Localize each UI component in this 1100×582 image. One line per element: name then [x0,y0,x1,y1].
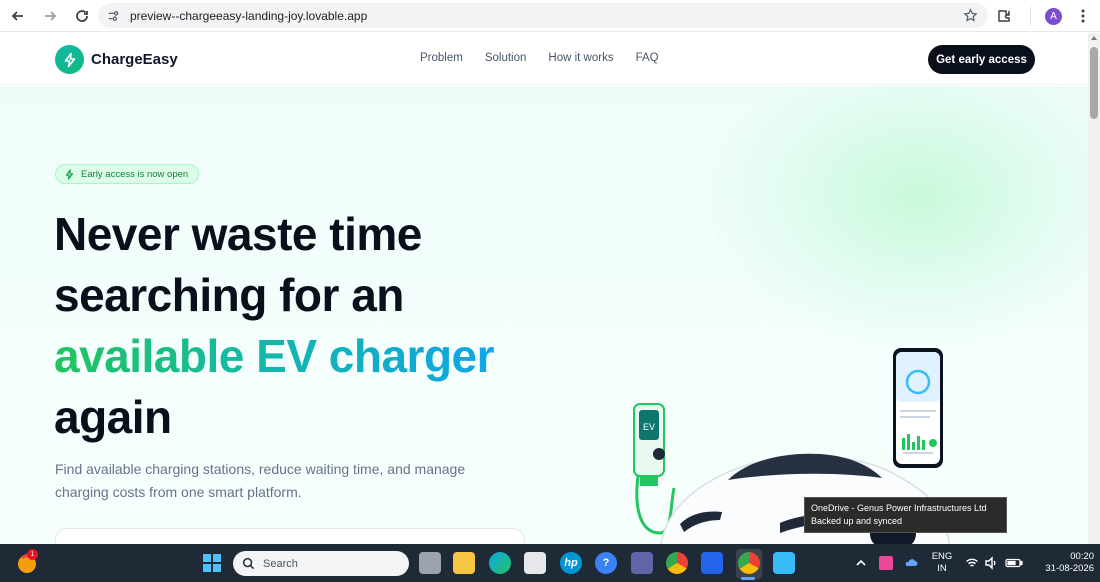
back-icon[interactable] [4,2,32,30]
headline-line-4: again [54,391,172,443]
task-view-icon[interactable] [419,552,441,574]
headline-line-1: Never waste time [54,208,422,260]
scrollbar-thumb[interactable] [1090,47,1098,119]
battery-icon[interactable] [1005,556,1023,570]
notification-body: Backed up and synced [811,516,903,526]
address-bar[interactable]: preview--chargeeasy-landing-joy.lovable.… [98,3,988,28]
scroll-up-arrow-icon[interactable] [1091,36,1097,40]
get-early-access-button[interactable]: Get early access [928,45,1035,74]
clock[interactable]: 00:20 31-08-2026 [1028,551,1094,575]
site-info-icon[interactable] [106,9,120,23]
page-scrollbar[interactable] [1088,33,1100,544]
smartphone-app-icon [893,348,943,468]
windows-start-icon[interactable] [203,554,221,572]
language-indicator[interactable]: ENG IN [928,551,956,575]
outlook-icon[interactable] [701,552,723,574]
hero-subheadline: Find available charging stations, reduce… [55,461,466,500]
reload-icon[interactable] [68,2,96,30]
language-code: ENG [931,551,953,562]
active-app-indicator [741,577,755,580]
file-explorer-icon[interactable] [453,552,475,574]
badge-label: Early access is now open [81,168,189,180]
ev-charger-icon: EV [633,403,676,535]
taskbar-search-box[interactable]: Search [233,551,409,576]
hero-headline: Never waste time searching for an availa… [54,204,495,448]
menu-icon[interactable] [1076,8,1090,24]
taskbar-search-placeholder: Search [263,557,298,570]
notification-count-badge: 1 [27,549,38,560]
region-code: IN [937,563,947,574]
charger-label: EV [643,422,655,432]
nav-link-solution[interactable]: Solution [485,52,527,64]
clock-time: 00:20 [1070,551,1094,562]
main-nav: Problem Solution How it works FAQ [420,52,681,64]
tray-app-icon[interactable] [879,556,893,570]
notepad-icon[interactable] [773,552,795,574]
headline-gradient-text: available EV charger [54,330,495,382]
bookmark-star-icon[interactable] [963,8,978,23]
nav-link-how-it-works[interactable]: How it works [548,52,613,64]
chevron-up-icon[interactable] [854,556,868,570]
hp-app-icon[interactable]: hp [560,552,582,574]
onedrive-notification[interactable]: OneDrive - Genus Power Infrastructures L… [804,497,1007,533]
brand-logo[interactable]: ChargeEasy [55,45,178,74]
onedrive-icon[interactable] [904,556,918,570]
wifi-icon[interactable] [965,556,979,570]
extensions-icon[interactable] [996,8,1012,24]
lightning-logo-icon [55,45,84,74]
microsoft-store-icon[interactable] [524,552,546,574]
notification-title: OneDrive - Genus Power Infrastructures L… [811,503,987,513]
brand-name: ChargeEasy [91,51,178,68]
teams-icon[interactable] [631,552,653,574]
hero-section: Early access is now open Never waste tim… [0,86,1088,544]
url-text[interactable]: preview--chargeeasy-landing-joy.lovable.… [130,9,367,23]
headline-line-2: searching for an [54,269,404,321]
site-header: ChargeEasy Problem Solution How it works… [0,33,1088,85]
chrome-icon[interactable] [666,552,688,574]
forward-icon[interactable] [36,2,64,30]
profile-avatar[interactable]: A [1045,7,1062,25]
nav-link-faq[interactable]: FAQ [636,52,659,64]
edge-browser-icon[interactable] [489,552,511,574]
help-icon[interactable]: ? [595,552,617,574]
search-icon [242,557,255,570]
nav-link-problem[interactable]: Problem [420,52,463,64]
lightning-icon [65,168,74,180]
hero-background-glow [708,86,1088,346]
toolbar-divider [1030,7,1031,25]
clock-date: 31-08-2026 [1045,563,1094,574]
chrome-active-icon[interactable] [738,552,760,574]
volume-icon[interactable] [984,556,998,570]
early-access-badge: Early access is now open [55,164,200,184]
browser-actions: A [996,0,1100,32]
signup-form-card [55,528,525,544]
